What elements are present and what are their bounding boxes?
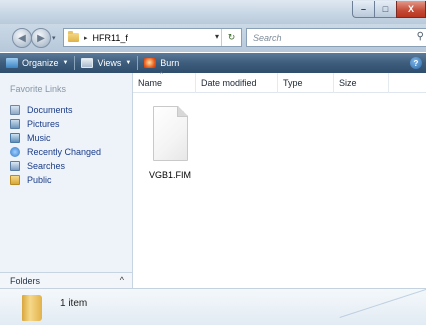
folder-icon bbox=[22, 295, 42, 321]
burn-icon bbox=[144, 58, 157, 68]
views-button[interactable]: Views ▼ bbox=[75, 53, 137, 73]
item-count: 1 item bbox=[60, 298, 88, 309]
chevron-down-icon: ▼ bbox=[125, 60, 132, 66]
caption-buttons: – □ X bbox=[352, 1, 426, 18]
sort-indicator-icon: ^ bbox=[160, 72, 163, 78]
search-input[interactable]: Search ⚲ bbox=[246, 28, 426, 47]
nav-item-label: Recently Changed bbox=[27, 146, 102, 157]
column-header-size[interactable]: Size bbox=[334, 73, 389, 93]
nav-item-pictures[interactable]: Pictures bbox=[10, 117, 101, 130]
breadcrumb-separator[interactable]: ▸ bbox=[84, 34, 88, 42]
help-icon[interactable]: ? bbox=[410, 57, 422, 69]
public-folder-icon bbox=[10, 174, 20, 185]
column-header-label: Type bbox=[283, 78, 303, 88]
address-dropdown-button[interactable]: ▾ bbox=[215, 32, 219, 41]
column-headers: ^ Name Date modified Type Size bbox=[133, 72, 426, 93]
folder-icon bbox=[68, 31, 79, 42]
refresh-button[interactable]: ↻ bbox=[221, 29, 241, 46]
chevron-up-icon: ^ bbox=[119, 275, 124, 285]
nav-item-label: Public bbox=[27, 174, 52, 185]
file-list-area[interactable]: ^ Name Date modified Type Size VGB1.FIM bbox=[133, 72, 426, 288]
burn-label: Burn bbox=[160, 58, 180, 68]
column-header-label: Date modified bbox=[201, 78, 257, 88]
maximize-button[interactable]: □ bbox=[374, 1, 396, 18]
documents-icon bbox=[10, 104, 20, 115]
views-icon bbox=[81, 58, 94, 68]
music-icon bbox=[10, 132, 20, 143]
search-placeholder: Search bbox=[253, 32, 282, 43]
organize-icon bbox=[6, 58, 18, 68]
organize-button[interactable]: Organize ▼ bbox=[0, 53, 74, 73]
column-header-name[interactable]: ^ Name bbox=[133, 72, 196, 93]
search-icon[interactable]: ⚲ bbox=[417, 31, 424, 42]
details-pane: 1 item bbox=[0, 288, 426, 325]
column-header-type[interactable]: Type bbox=[278, 73, 334, 93]
column-header-label: Size bbox=[339, 78, 357, 88]
forward-button[interactable]: ▶ bbox=[31, 28, 51, 48]
views-label: Views bbox=[97, 58, 122, 68]
searches-icon bbox=[10, 160, 20, 171]
column-header-label: Name bbox=[138, 78, 163, 88]
organize-label: Organize bbox=[22, 58, 59, 68]
nav-item-music[interactable]: Music bbox=[10, 131, 101, 144]
generic-file-icon bbox=[153, 106, 188, 161]
nav-item-recently-changed[interactable]: Recently Changed bbox=[10, 145, 101, 158]
back-button[interactable]: ◀ bbox=[12, 28, 32, 48]
recently-changed-icon bbox=[10, 146, 20, 157]
minimize-button[interactable]: – bbox=[352, 1, 374, 18]
navigation-pane: Favorite Links Documents Pictures Music … bbox=[0, 73, 133, 288]
favorite-links-header: Favorite Links bbox=[10, 84, 67, 94]
file-name-label: VGB1.FIM bbox=[148, 170, 191, 180]
address-row: ◀ ▶ ▾ ▸ HFR11_f ▾ ↻ Search ⚲ bbox=[0, 24, 426, 52]
nav-item-label: Music bbox=[27, 132, 51, 143]
nav-item-label: Pictures bbox=[27, 118, 60, 129]
nav-item-label: Documents bbox=[27, 104, 73, 115]
nav-item-documents[interactable]: Documents bbox=[10, 103, 101, 116]
nav-item-public[interactable]: Public bbox=[10, 173, 101, 186]
favorite-links-list: Documents Pictures Music Recently Change… bbox=[10, 103, 101, 187]
column-header-date-modified[interactable]: Date modified bbox=[196, 73, 278, 93]
folders-label: Folders bbox=[10, 275, 41, 286]
address-bar[interactable]: ▸ HFR11_f ▾ ↻ bbox=[63, 28, 242, 47]
nav-item-label: Searches bbox=[27, 160, 66, 171]
breadcrumb-current-folder[interactable]: HFR11_f bbox=[93, 33, 128, 43]
pictures-icon bbox=[10, 118, 20, 129]
burn-button[interactable]: Burn bbox=[138, 53, 185, 73]
close-button[interactable]: X bbox=[396, 1, 426, 18]
file-item[interactable]: VGB1.FIM bbox=[146, 106, 194, 181]
chevron-down-icon: ▼ bbox=[62, 60, 69, 66]
command-bar: Organize ▼ Views ▼ Burn ? bbox=[0, 53, 426, 73]
window-titlebar: – □ X bbox=[0, 0, 426, 24]
nav-item-searches[interactable]: Searches bbox=[10, 159, 101, 172]
recent-pages-dropdown[interactable]: ▾ bbox=[52, 34, 56, 42]
folders-toggle[interactable]: Folders ^ bbox=[0, 272, 132, 288]
